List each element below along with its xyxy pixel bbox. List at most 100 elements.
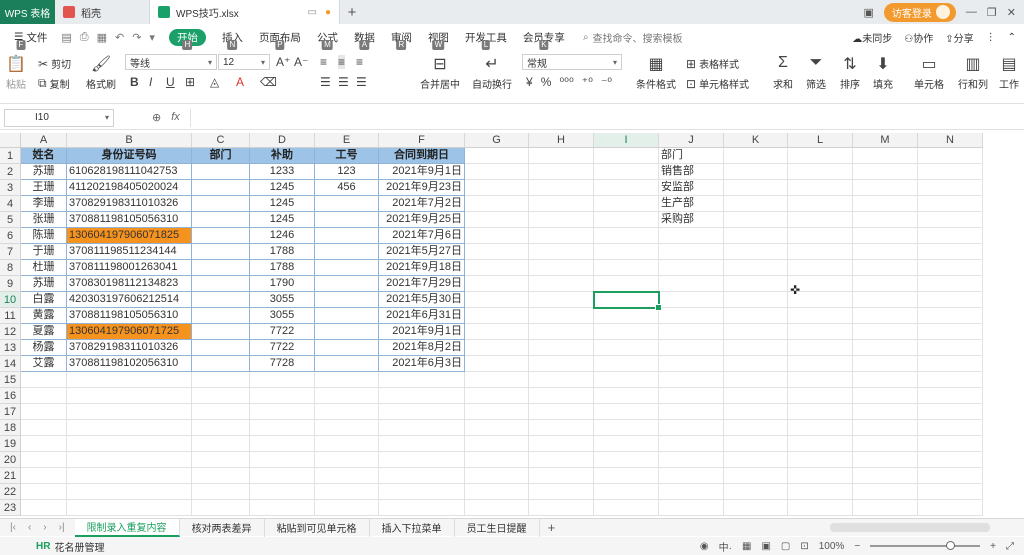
cell[interactable]: [379, 500, 465, 516]
cell[interactable]: [594, 452, 659, 468]
table-cell-name[interactable]: 苏珊: [21, 276, 67, 292]
cell[interactable]: [465, 260, 529, 276]
cell[interactable]: [853, 324, 918, 340]
cell[interactable]: [465, 308, 529, 324]
cell[interactable]: [594, 228, 659, 244]
table-cell-date[interactable]: 2021年9月18日: [379, 260, 465, 276]
cell[interactable]: [918, 308, 983, 324]
cell[interactable]: [465, 484, 529, 500]
print-preview-icon[interactable]: ⎙: [80, 31, 89, 44]
cell[interactable]: [724, 404, 788, 420]
table-cell-subsidy[interactable]: 1245: [250, 212, 315, 228]
format-painter-button[interactable]: 🖌 格式刷: [86, 54, 116, 91]
table-cell-subsidy[interactable]: 7728: [250, 356, 315, 372]
active-cell-selection[interactable]: [593, 291, 662, 311]
align-left-button[interactable]: ☰: [320, 75, 331, 89]
cell[interactable]: [724, 212, 788, 228]
row-header-7[interactable]: 7: [0, 244, 21, 260]
table-cell-emp-no[interactable]: [315, 340, 379, 356]
menu-insert[interactable]: 插入 N: [214, 24, 251, 50]
cell[interactable]: [853, 292, 918, 308]
cell[interactable]: [594, 436, 659, 452]
cell[interactable]: [788, 468, 853, 484]
currency-icon[interactable]: ¥: [526, 75, 533, 89]
cell[interactable]: [594, 164, 659, 180]
cell[interactable]: [594, 404, 659, 420]
cell[interactable]: [465, 340, 529, 356]
cell[interactable]: [724, 148, 788, 164]
cell[interactable]: [788, 308, 853, 324]
cell[interactable]: [853, 340, 918, 356]
cell[interactable]: [659, 356, 724, 372]
cell[interactable]: [250, 404, 315, 420]
border-button[interactable]: ⊞: [185, 75, 195, 89]
table-cell-emp-no[interactable]: [315, 324, 379, 340]
cell[interactable]: [529, 436, 594, 452]
cell[interactable]: [465, 148, 529, 164]
cell[interactable]: [192, 420, 250, 436]
cell[interactable]: [67, 372, 192, 388]
redo-icon[interactable]: ↷: [132, 31, 141, 44]
cell[interactable]: [21, 388, 67, 404]
column-header-A[interactable]: A: [21, 133, 67, 148]
table-cell-date[interactable]: 2021年5月27日: [379, 244, 465, 260]
cell[interactable]: [853, 308, 918, 324]
cell[interactable]: [67, 436, 192, 452]
cell[interactable]: [315, 452, 379, 468]
tab-daoke[interactable]: 稻壳: [55, 0, 150, 24]
table-cell-id[interactable]: 370811198511234144: [67, 244, 192, 260]
cell[interactable]: [918, 292, 983, 308]
cell[interactable]: [21, 404, 67, 420]
align-middle-button[interactable]: ≡: [338, 55, 346, 69]
table-style-button[interactable]: ⊞ 表格样式: [686, 56, 739, 72]
table-cell-date[interactable]: 2021年5月30日: [379, 292, 465, 308]
row-header-21[interactable]: 21: [0, 468, 21, 484]
cell[interactable]: [724, 452, 788, 468]
row-header-20[interactable]: 20: [0, 452, 21, 468]
menu-file[interactable]: ☰ 文件 F: [6, 24, 55, 50]
command-search[interactable]: ⌕ 查找命令、搜索模板: [583, 30, 683, 45]
cell[interactable]: [315, 372, 379, 388]
cell[interactable]: [918, 260, 983, 276]
menu-review[interactable]: 审阅 R: [383, 24, 420, 50]
cell[interactable]: [21, 484, 67, 500]
cell[interactable]: [594, 356, 659, 372]
cell[interactable]: [379, 436, 465, 452]
table-cell-emp-no[interactable]: [315, 292, 379, 308]
cell[interactable]: [853, 436, 918, 452]
zoom-out-icon[interactable]: −: [854, 541, 860, 552]
table-cell-subsidy[interactable]: 7722: [250, 324, 315, 340]
cell[interactable]: [315, 484, 379, 500]
sheet-tab[interactable]: 插入下拉菜单: [370, 518, 455, 537]
cell[interactable]: [67, 388, 192, 404]
font-color-button[interactable]: A: [236, 75, 244, 89]
increase-decimal-icon[interactable]: ⁺⁰: [582, 75, 593, 89]
sort-button[interactable]: ⇅ 排序: [840, 54, 860, 91]
cell[interactable]: [788, 148, 853, 164]
cell[interactable]: [788, 260, 853, 276]
cell[interactable]: [465, 324, 529, 340]
cell[interactable]: [594, 468, 659, 484]
cell[interactable]: [918, 180, 983, 196]
cell[interactable]: [594, 148, 659, 164]
menu-data[interactable]: 数据 A: [346, 24, 383, 50]
menu-view[interactable]: 视图 W: [420, 24, 457, 50]
table-cell-dept[interactable]: [192, 164, 250, 180]
new-tab-button[interactable]: +: [340, 0, 364, 24]
cell[interactable]: [192, 404, 250, 420]
table-cell-date[interactable]: 2021年9月1日: [379, 164, 465, 180]
number-format-select[interactable]: 常规 ▾: [522, 54, 622, 70]
table-cell-emp-no[interactable]: [315, 308, 379, 324]
sheet-tab[interactable]: 限制录入重复内容: [74, 518, 180, 537]
sum-button[interactable]: Σ 求和: [773, 54, 793, 91]
share-button[interactable]: ⇪分享: [945, 30, 973, 45]
table-cell-subsidy[interactable]: 3055: [250, 292, 315, 308]
row-header-8[interactable]: 8: [0, 260, 21, 276]
cell[interactable]: [192, 468, 250, 484]
table-cell-subsidy[interactable]: 1790: [250, 276, 315, 292]
cell[interactable]: [465, 500, 529, 516]
row-header-15[interactable]: 15: [0, 372, 21, 388]
cell[interactable]: [918, 484, 983, 500]
table-cell-dept[interactable]: [192, 276, 250, 292]
cell[interactable]: [594, 244, 659, 260]
